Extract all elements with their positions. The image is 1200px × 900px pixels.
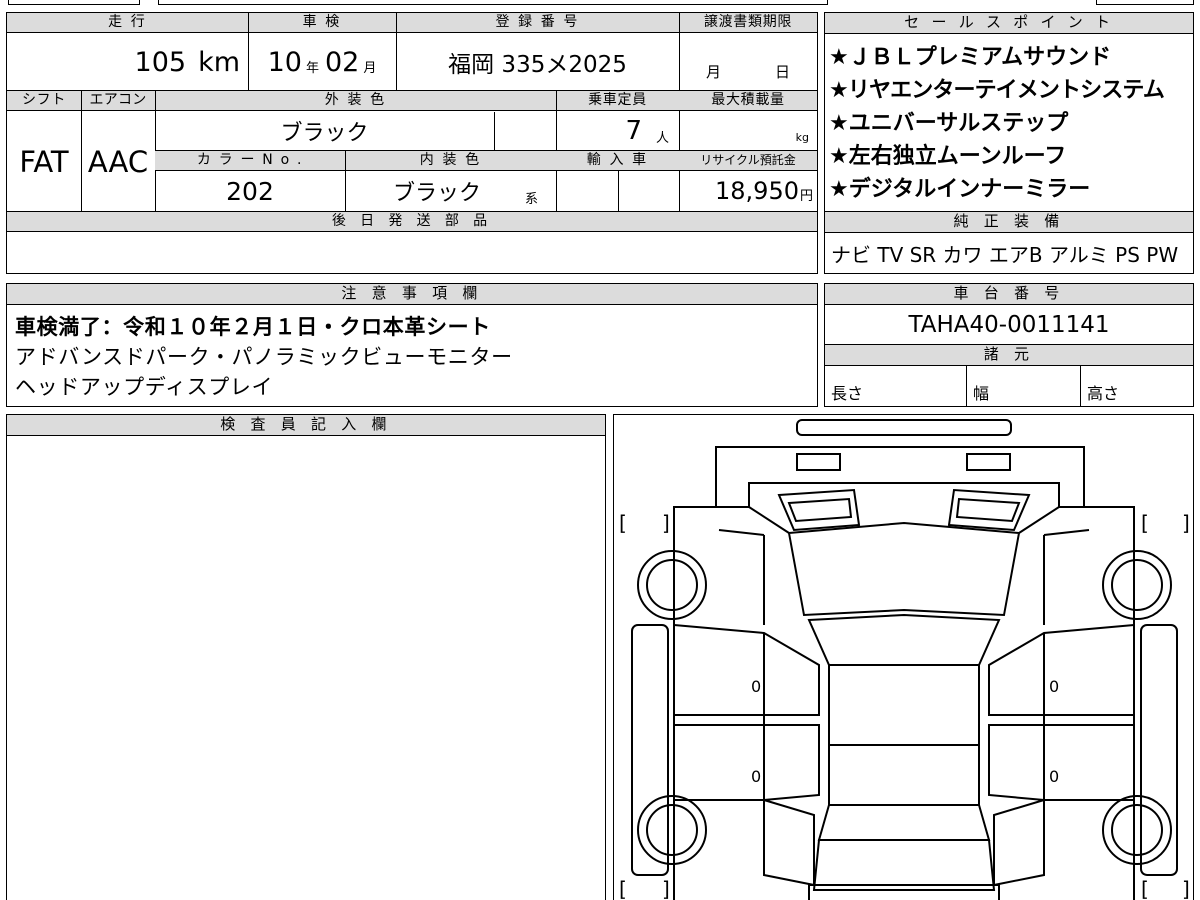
sales-point-item: ★ユニバーサルステップ — [829, 111, 1069, 136]
notes-lines: 車検満了：令和１０年２月１日・クロ本革シート アドバンスドパーク・パノラミックビ… — [7, 312, 513, 402]
genuine-equipment-title: 純 正 装 備 — [825, 212, 1193, 233]
chassis-number: TAHA40-0011141 — [908, 312, 1110, 338]
note-line: 車検満了：令和１０年２月１日・クロ本革シート — [15, 315, 491, 339]
sales-point-item: ★ＪＢＬプレミアムサウンド — [829, 45, 1112, 70]
right-lower-door-mark: 0 — [1049, 767, 1060, 786]
vehicle-info-table: 走 行 車 検 登 録 番 号 譲渡書類期限 105 km 10 年 02 月 … — [6, 12, 818, 274]
note-line: ヘッドアップディスプレイ — [15, 375, 274, 399]
car-diagram-panel: [ ] [ ] [ ] [ ] 0 0 0 0 — [613, 414, 1194, 900]
registration-label: 登 録 番 号 — [396, 13, 679, 33]
import-label: 輸 入 車 — [556, 151, 679, 171]
chassis-specs-panel: 車 台 番 号 TAHA40-0011141 諸 元 長さ 幅 高さ — [824, 283, 1194, 407]
inspection-label: 車 検 — [248, 13, 396, 33]
spec-length-label: 長さ — [831, 384, 864, 403]
inspection-value: 10 年 02 月 — [267, 46, 377, 78]
capacity-value: 7 人 — [625, 116, 669, 146]
interior-color-value: ブラック 系 — [392, 181, 539, 207]
top-strip — [8, 0, 1194, 6]
right-rear-bracket-open: [ — [1141, 877, 1149, 900]
exterior-color-label: 外 装 色 — [155, 91, 556, 111]
genuine-equipment-panel: 純 正 装 備 ナビ TV SR カワ エアB アルミ PS PW — [824, 211, 1194, 274]
left-rear-bracket-close: ] — [662, 877, 670, 900]
car-body-diagram — [631, 419, 1178, 900]
genuine-equipment-value: ナビ TV SR カワ エアB アルミ PS PW — [831, 242, 1179, 267]
mileage-value: 105 km — [134, 46, 240, 78]
registration-number: 福岡 335メ2025 — [448, 52, 627, 78]
aircon-label: エアコン — [81, 91, 155, 111]
notes-panel: 注 意 事 項 欄 車検満了：令和１０年２月１日・クロ本革シート アドバンスドパ… — [6, 283, 818, 407]
sales-points-title: セ ー ル ス ポ イ ン ト — [825, 13, 1193, 34]
recycle-fee-value: 18,950 円 — [715, 177, 813, 205]
sales-points-panel: セ ー ル ス ポ イ ン ト ★ＪＢＬプレミアムサウンド ★リヤエンターテイメ… — [824, 12, 1194, 212]
spec-width-label: 幅 — [973, 384, 990, 403]
aircon-value: AAC — [87, 144, 149, 179]
shift-value: FAT — [19, 144, 69, 179]
specs-title: 諸 元 — [825, 345, 1193, 366]
mileage-label: 走 行 — [7, 13, 248, 33]
transfer-deadline-label: 譲渡書類期限 — [679, 13, 817, 33]
shift-label: シフト — [7, 91, 81, 111]
chassis-title: 車 台 番 号 — [825, 284, 1193, 305]
note-line: アドバンスドパーク・パノラミックビューモニター — [15, 345, 513, 369]
inspector-panel: 検 査 員 記 入 欄 — [6, 414, 606, 900]
sales-point-item: ★リヤエンターテイメントシステム — [829, 78, 1165, 103]
right-front-bracket-close: ] — [1182, 511, 1190, 535]
sales-point-item: ★左右独立ムーンルーフ — [829, 144, 1067, 169]
left-upper-door-mark: 0 — [751, 677, 762, 696]
interior-color-label: 内 装 色 — [345, 151, 556, 171]
max-load-label: 最大積載量 — [679, 91, 817, 111]
left-rear-bracket-open: [ — [619, 877, 627, 900]
notes-title: 注 意 事 項 欄 — [7, 284, 817, 305]
color-no-value: 202 — [226, 176, 274, 206]
capacity-label: 乗車定員 — [556, 91, 679, 111]
left-front-bracket-close: ] — [662, 511, 670, 535]
transfer-deadline-value: 月 日 — [705, 62, 790, 81]
exterior-color-value: ブラック — [280, 121, 369, 146]
left-lower-door-mark: 0 — [751, 767, 762, 786]
right-front-bracket-open: [ — [1141, 511, 1149, 535]
right-rear-bracket-close: ] — [1182, 877, 1190, 900]
spec-height-label: 高さ — [1087, 384, 1120, 403]
left-front-bracket-open: [ — [619, 511, 627, 535]
later-parts-label: 後 日 発 送 部 品 — [7, 212, 817, 232]
sales-points-list: ★ＪＢＬプレミアムサウンド ★リヤエンターテイメントシステム ★ユニバーサルステ… — [825, 41, 1193, 206]
sales-point-item: ★デジタルインナーミラー — [829, 177, 1091, 202]
color-no-label: カ ラ ー N o . — [155, 151, 345, 171]
right-upper-door-mark: 0 — [1049, 677, 1060, 696]
max-load-value: kg — [795, 130, 809, 144]
recycle-fee-label: リサイクル預託金 — [679, 151, 817, 171]
inspector-title: 検 査 員 記 入 欄 — [7, 415, 605, 436]
